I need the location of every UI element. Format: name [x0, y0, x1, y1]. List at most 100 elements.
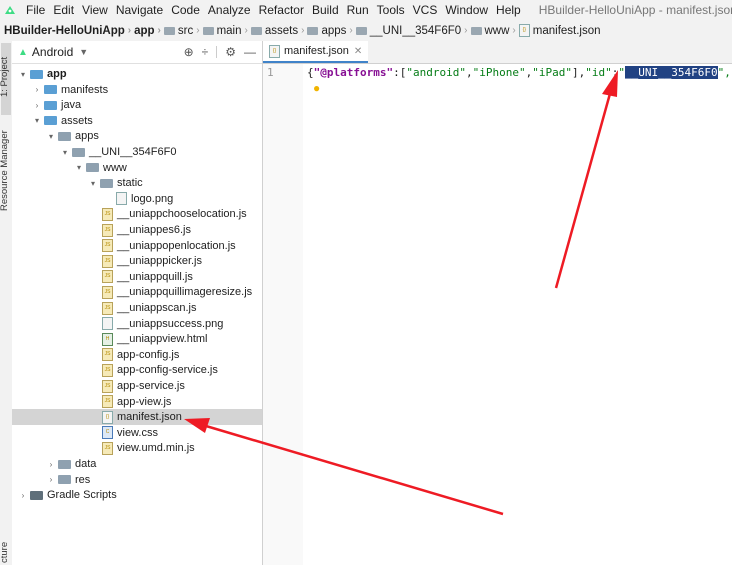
tree-item[interactable]: JS __uniappscan.js: [12, 300, 262, 316]
tree-item[interactable]: Cview.css: [12, 425, 262, 441]
breadcrumb-item[interactable]: app ›: [134, 25, 164, 37]
js-file-icon: JS: [102, 379, 113, 393]
breadcrumb-item[interactable]: src ›: [163, 25, 203, 37]
menu-item-analyze[interactable]: Analyze: [208, 3, 251, 17]
close-icon[interactable]: ✕: [354, 46, 362, 57]
expand-arrow-icon[interactable]: ▾: [46, 132, 56, 141]
expand-arrow-icon[interactable]: ▾: [88, 179, 98, 188]
tree-item-label: __uniappquillimageresize.js: [117, 286, 253, 299]
menu-item-edit[interactable]: Edit: [53, 3, 74, 17]
menu-item-vcs[interactable]: VCS: [413, 3, 438, 17]
tree-item[interactable]: ▾ __UNI__354F6F0: [12, 144, 262, 160]
tree-item-label: __uniappscan.js: [117, 302, 197, 314]
menu-item-build[interactable]: Build: [312, 3, 339, 17]
tree-item-label: __uniappopenlocation.js: [117, 239, 236, 252]
tree-item[interactable]: ▾ assets: [12, 113, 262, 129]
file-file-icon: [102, 317, 113, 331]
folder-icon: [58, 475, 71, 485]
structure-tab-label[interactable]: cture: [0, 542, 10, 563]
breadcrumb-item[interactable]: apps ›: [307, 25, 355, 37]
tree-item[interactable]: JS app-service.js: [12, 378, 262, 394]
menu-item-view[interactable]: View: [82, 3, 108, 17]
tree-item[interactable]: JS app-config.js: [12, 347, 262, 363]
tab-manifest-json[interactable]: {} manifest.json ✕: [263, 41, 369, 63]
menu-item-code[interactable]: Code: [171, 3, 200, 17]
tree-item-label: app-config-service.js: [117, 364, 218, 377]
tree-item-label: data: [75, 458, 97, 470]
expand-arrow-icon[interactable]: ▾: [32, 116, 42, 125]
tree-item[interactable]: JS __uniapppicker.js: [12, 253, 262, 269]
css-file-icon: C: [102, 426, 113, 440]
menu-item-run[interactable]: Run: [347, 3, 369, 17]
tree-item[interactable]: JS __uniappquillimageresize.js: [12, 284, 262, 300]
menu-item-file[interactable]: File: [26, 3, 45, 17]
tree-item-label: java: [61, 99, 82, 112]
tree-item[interactable]: logo.png: [12, 191, 262, 207]
tree-item[interactable]: JS view.umd.min.js: [12, 440, 262, 456]
expand-arrow-icon[interactable]: ›: [46, 475, 56, 484]
collapse-icon[interactable]: ÷: [202, 45, 209, 59]
gear-icon[interactable]: ⚙: [225, 45, 236, 59]
view-selector[interactable]: Android: [32, 45, 73, 59]
target-icon[interactable]: ⊕: [184, 45, 194, 59]
expand-arrow-icon[interactable]: ›: [46, 460, 56, 469]
menu-item-window[interactable]: Window: [445, 3, 488, 17]
minimize-icon[interactable]: —: [244, 45, 256, 59]
breadcrumb-item[interactable]: __UNI__354F6F0 ›: [355, 25, 471, 37]
tree-item[interactable]: JS __uniappes6.js: [12, 222, 262, 238]
breadcrumb-separator-icon: ›: [157, 25, 161, 36]
tree-item[interactable]: H __uniappview.html: [12, 331, 262, 347]
menu-item-navigate[interactable]: Navigate: [116, 3, 163, 17]
breadcrumb-item[interactable]: main ›: [202, 25, 251, 37]
expand-arrow-icon[interactable]: ›: [18, 491, 28, 500]
tree-item-label: res: [75, 473, 91, 486]
json-file-icon: {}: [269, 44, 280, 58]
tree-item[interactable]: JS app-config-service.js: [12, 362, 262, 378]
expand-arrow-icon[interactable]: ›: [32, 85, 42, 94]
tree-item[interactable]: {} manifest.json: [12, 409, 262, 426]
breadcrumb-item[interactable]: www ›: [470, 25, 519, 37]
lightbulb-icon[interactable]: ●: [313, 81, 320, 95]
js-file-icon: JS: [102, 254, 113, 268]
tree-item[interactable]: ▾ www: [12, 160, 262, 176]
js-file-icon: JS: [102, 395, 113, 409]
code-line[interactable]: {"@platforms":["android","iPhone","iPad"…: [307, 66, 732, 79]
tree-item-label: Gradle Scripts: [47, 489, 117, 502]
menu-item-help[interactable]: Help: [496, 3, 521, 17]
tree-item[interactable]: ▾ app: [12, 66, 262, 82]
expand-arrow-icon[interactable]: ▾: [18, 70, 28, 79]
breadcrumb-item[interactable]: HBuilder-HelloUniApp ›: [4, 25, 134, 37]
breadcrumb-item[interactable]: {} manifest.json: [518, 24, 601, 37]
tree-item[interactable]: › res: [12, 472, 262, 488]
folder-icon: [58, 131, 71, 141]
tab-label: manifest.json: [284, 45, 349, 57]
breadcrumb: HBuilder-HelloUniApp › app › src › main › assets…: [0, 20, 732, 42]
tree-item[interactable]: ▾ static: [12, 175, 262, 191]
resource-manager-tab-label[interactable]: Resource Manager: [0, 130, 10, 211]
menu-item-tools[interactable]: Tools: [377, 3, 405, 17]
project-panel: ▲ Android ▼ ⊕ ÷ ⚙ — ▾ app › manifests › java ▾…: [12, 41, 263, 565]
js-file-icon: JS: [102, 363, 113, 377]
gradle-icon: [30, 490, 43, 500]
tree-item[interactable]: JS __uniappopenlocation.js: [12, 238, 262, 254]
project-tool-tab-label[interactable]: 1: Project: [0, 57, 10, 97]
tree-item[interactable]: › data: [12, 456, 262, 472]
tree-item[interactable]: › java: [12, 97, 262, 113]
expand-arrow-icon[interactable]: ›: [32, 101, 42, 110]
tree-item[interactable]: › Gradle Scripts: [12, 487, 262, 503]
tree-item[interactable]: ▾ apps: [12, 128, 262, 144]
folder-icon: [72, 147, 85, 157]
expand-arrow-icon[interactable]: ▾: [74, 163, 84, 172]
tree-item[interactable]: __uniappsuccess.png: [12, 316, 262, 332]
breadcrumb-item[interactable]: assets ›: [250, 25, 308, 37]
expand-arrow-icon[interactable]: ▾: [60, 148, 70, 157]
tree-item[interactable]: JS __uniappquill.js: [12, 269, 262, 285]
menu-item-refactor[interactable]: Refactor: [259, 3, 304, 17]
breadcrumb-separator-icon: ›: [301, 25, 305, 36]
folder-icon: [86, 163, 99, 173]
html-file-icon: H: [102, 332, 113, 346]
tree-item[interactable]: JS __uniappchooselocation.js: [12, 206, 262, 222]
tree-item[interactable]: JS app-view.js: [12, 394, 262, 410]
tree-item[interactable]: › manifests: [12, 82, 262, 98]
chevron-down-icon[interactable]: ▼: [79, 47, 88, 57]
